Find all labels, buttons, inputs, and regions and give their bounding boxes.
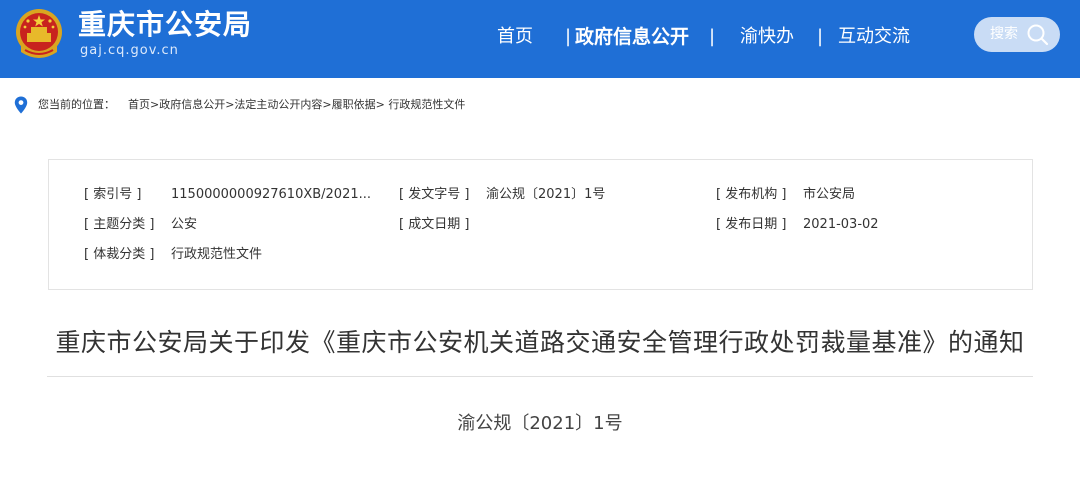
meta-key: [ 索引号 ] [84, 187, 142, 202]
document-title: 重庆市公安局关于印发《重庆市公安机关道路交通安全管理行政处罚裁量基准》的通知 [55, 328, 1025, 357]
meta-key: [ 发布机构 ] [716, 187, 787, 202]
nav-separator: | [565, 26, 572, 47]
meta-value: 市公安局 [803, 187, 856, 202]
meta-written-date: [ 成文日期 ] [399, 216, 469, 234]
meta-key: [ 主题分类 ] [84, 217, 155, 232]
search-button[interactable]: 搜索 [974, 17, 1060, 52]
meta-issuer: [ 发布机构 ] 市公安局 [716, 186, 855, 204]
meta-key: [ 发布日期 ] [716, 217, 787, 232]
meta-key: [ 体裁分类 ] [84, 247, 155, 262]
breadcrumb-path[interactable]: 首页>政府信息公开>法定主动公开内容>履职依据> 行政规范性文件 [128, 95, 465, 115]
document-metadata: [ 索引号 ] 1150000000927610XB/2021... [ 发文字… [48, 159, 1033, 290]
national-emblem-icon[interactable] [13, 6, 65, 62]
nav-info-open[interactable]: 政府信息公开 [575, 22, 689, 52]
nav-separator: | [817, 26, 824, 47]
nav-interaction[interactable]: 互动交流 [838, 22, 910, 52]
meta-index-no: [ 索引号 ] 1150000000927610XB/2021... [84, 186, 371, 204]
meta-value: 2021-03-02 [803, 217, 879, 232]
site-domain: gaj.cq.gov.cn [80, 43, 179, 58]
meta-doc-no: [ 发文字号 ] 渝公规〔2021〕1号 [399, 186, 605, 204]
meta-value: 渝公规〔2021〕1号 [486, 187, 606, 202]
meta-genre: [ 体裁分类 ] 行政规范性文件 [84, 246, 262, 264]
meta-publish-date: [ 发布日期 ] 2021-03-02 [716, 216, 879, 234]
meta-topic: [ 主题分类 ] 公安 [84, 216, 197, 234]
nav-yu-kuai-ban[interactable]: 渝快办 [740, 22, 794, 52]
search-label: 搜索 [990, 26, 1018, 42]
site-header: 重庆市公安局 gaj.cq.gov.cn 首页 | 政府信息公开 | 渝快办 |… [0, 0, 1080, 78]
nav-separator: | [709, 26, 716, 47]
site-title[interactable]: 重庆市公安局 [78, 8, 252, 42]
nav-home[interactable]: 首页 [497, 22, 533, 52]
meta-value: 行政规范性文件 [171, 247, 263, 262]
meta-key: [ 成文日期 ] [399, 217, 470, 232]
search-icon [1027, 24, 1049, 46]
document-number: 渝公规〔2021〕1号 [457, 413, 623, 434]
title-divider [47, 376, 1033, 377]
location-pin-icon [14, 96, 28, 114]
meta-key: [ 发文字号 ] [399, 187, 470, 202]
breadcrumb-label: 您当前的位置： [38, 98, 115, 111]
meta-value: 1150000000927610XB/2021... [171, 187, 372, 202]
meta-value: 公安 [171, 217, 198, 232]
